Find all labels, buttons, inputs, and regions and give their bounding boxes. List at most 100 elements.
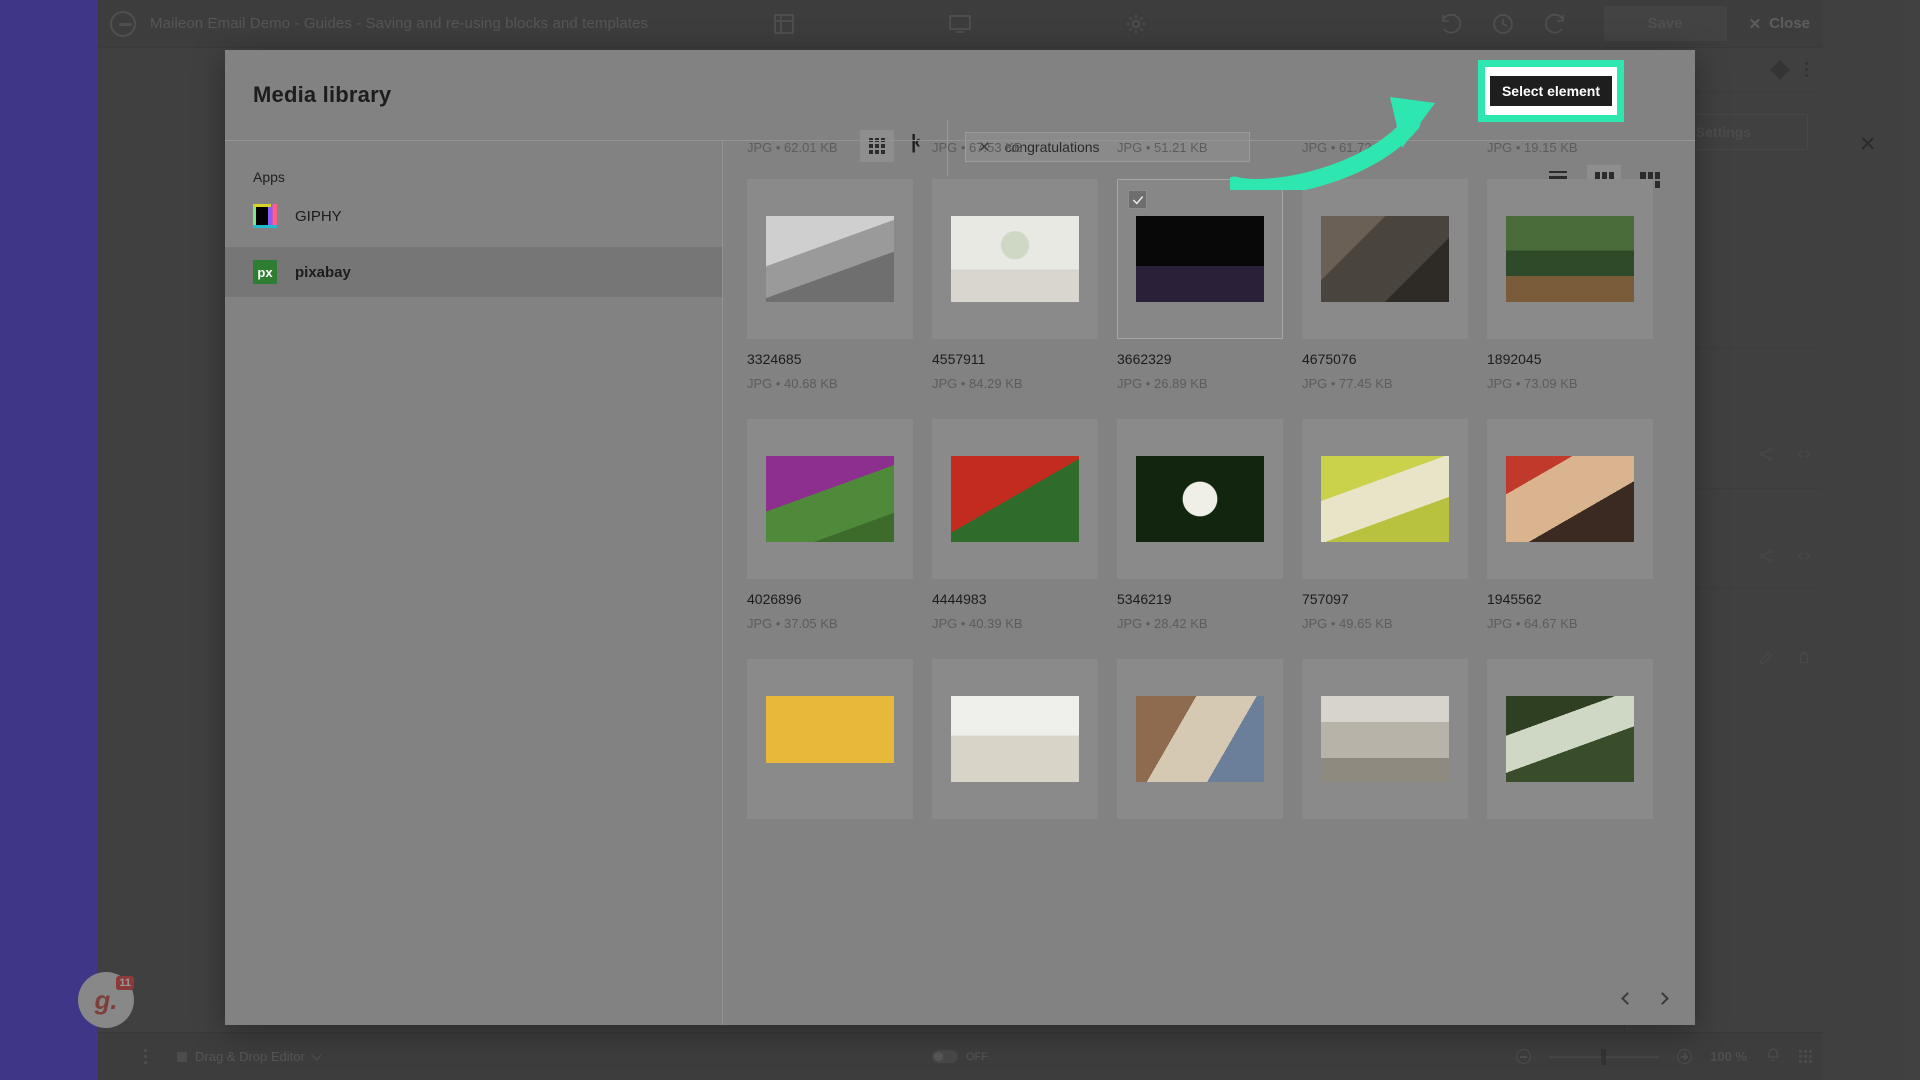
- tile-row-partial: JPG • 62.01 KB JPG • 67.53 KB JPG • 51.2…: [747, 141, 1671, 155]
- chevron-right-icon[interactable]: [1656, 992, 1669, 1005]
- chevron-left-icon[interactable]: [1621, 992, 1634, 1005]
- pixabay-icon: px: [253, 260, 277, 284]
- tile-meta: JPG • 67.53 KB: [932, 141, 1023, 155]
- select-element-highlight: Select element: [1478, 60, 1624, 122]
- tile-meta: JPG • 19.15 KB: [1487, 141, 1578, 155]
- thumbnail-image: [951, 456, 1079, 542]
- media-library-content: JPG • 62.01 KB JPG • 67.53 KB JPG • 51.2…: [723, 140, 1695, 1025]
- select-element-tooltip: Select element: [1489, 76, 1613, 106]
- thumbnail-image: [1506, 216, 1634, 302]
- list-item[interactable]: JPG • 51.21 KB: [1117, 141, 1283, 155]
- thumbnail-image: [1321, 696, 1449, 782]
- media-library-modal: Media library |‹ ✕ congratulations ✕ App…: [225, 50, 1877, 1025]
- tile-name: 1945562: [1487, 591, 1542, 607]
- list-item[interactable]: 757097 JPG • 49.65 KB: [1302, 419, 1468, 631]
- thumbnail-image: [1136, 456, 1264, 542]
- tile-meta: JPG • 84.29 KB: [932, 376, 1023, 391]
- thumbnail-container[interactable]: [1487, 419, 1653, 579]
- tile-row: 3324685 JPG • 40.68 KB 4557911 JPG • 84.29 …: [747, 179, 1671, 391]
- tile-name: 4026896: [747, 591, 802, 607]
- tile-meta: JPG • 62.01 KB: [747, 141, 838, 155]
- sidebar-item-label: pixabay: [295, 263, 351, 281]
- apps-section-label: Apps: [253, 169, 285, 185]
- tile-name: 4675076: [1302, 351, 1357, 367]
- tile-name: 4557911: [932, 351, 986, 367]
- thumbnail-container[interactable]: [932, 419, 1098, 579]
- thumbnail-image: [1321, 456, 1449, 542]
- thumbnail-image: [766, 216, 894, 302]
- thumbnail-image: [1506, 696, 1634, 782]
- tile-meta: JPG • 61.72 KB: [1302, 141, 1393, 155]
- thumbnail-image: [766, 456, 894, 542]
- list-item[interactable]: [932, 659, 1098, 819]
- tile-name: 757097: [1302, 591, 1349, 607]
- tile-name: 4444983: [932, 591, 987, 607]
- close-modal-button[interactable]: ✕: [1859, 134, 1877, 155]
- tile-name: 5346219: [1117, 591, 1172, 607]
- thumbnail-container[interactable]: [1302, 659, 1468, 819]
- sidebar-item-pixabay[interactable]: px pixabay: [225, 247, 722, 297]
- tile-meta: JPG • 77.45 KB: [1302, 376, 1393, 391]
- thumbnail-image: [951, 216, 1079, 302]
- tile-name: 3662329: [1117, 351, 1172, 367]
- thumbnail-container[interactable]: [932, 179, 1098, 339]
- media-library-title: Media library: [253, 82, 392, 107]
- list-item[interactable]: [747, 659, 913, 819]
- tile-meta: JPG • 73.09 KB: [1487, 376, 1578, 391]
- thumbnail-image: [1136, 696, 1264, 782]
- tile-row: [747, 659, 1671, 819]
- list-item[interactable]: [1487, 659, 1653, 819]
- thumbnail-image: [1136, 216, 1264, 302]
- selection-checkbox[interactable]: [1128, 190, 1147, 209]
- thumbnail-container[interactable]: [1117, 659, 1283, 819]
- giphy-icon: [253, 204, 277, 228]
- tile-meta: JPG • 51.21 KB: [1117, 141, 1208, 155]
- list-item[interactable]: 1945562 JPG • 64.67 KB: [1487, 419, 1653, 631]
- tile-meta: JPG • 28.42 KB: [1117, 616, 1208, 631]
- tile-meta: JPG • 40.39 KB: [932, 616, 1023, 631]
- list-item[interactable]: JPG • 19.15 KB: [1487, 141, 1653, 155]
- list-item[interactable]: 4444983 JPG • 40.39 KB: [932, 419, 1098, 631]
- thumbnail-container[interactable]: [932, 659, 1098, 819]
- list-item[interactable]: 4675076 JPG • 77.45 KB: [1302, 179, 1468, 391]
- thumbnail-image: [1321, 216, 1449, 302]
- list-item[interactable]: 1892045 JPG • 73.09 KB: [1487, 179, 1653, 391]
- media-tile-grid[interactable]: JPG • 62.01 KB JPG • 67.53 KB JPG • 51.2…: [747, 141, 1671, 965]
- thumbnail-container[interactable]: [747, 179, 913, 339]
- tile-meta: JPG • 64.67 KB: [1487, 616, 1578, 631]
- tile-name: 1892045: [1487, 351, 1542, 367]
- tile-meta: JPG • 40.68 KB: [747, 376, 838, 391]
- tile-row: 4026896 JPG • 37.05 KB 4444983 JPG • 40.39 …: [747, 419, 1671, 631]
- list-item[interactable]: JPG • 62.01 KB: [747, 141, 913, 155]
- tile-meta: JPG • 37.05 KB: [747, 616, 838, 631]
- list-item[interactable]: 4026896 JPG • 37.05 KB: [747, 419, 913, 631]
- media-library-sidebar: Apps GIPHY px pixabay: [225, 140, 723, 1025]
- thumbnail-container[interactable]: [747, 659, 913, 819]
- thumbnail-image: [951, 696, 1079, 782]
- list-item[interactable]: [1117, 659, 1283, 819]
- tile-meta: JPG • 49.65 KB: [1302, 616, 1393, 631]
- media-library-header: Media library |‹ ✕ congratulations ✕: [225, 50, 1877, 176]
- thumbnail-container[interactable]: [1487, 659, 1653, 819]
- list-item[interactable]: JPG • 67.53 KB: [932, 141, 1098, 155]
- thumbnail-container[interactable]: [747, 419, 913, 579]
- thumbnail-container[interactable]: [1302, 419, 1468, 579]
- thumbnail-image: [1506, 456, 1634, 542]
- sidebar-item-label: GIPHY: [295, 207, 342, 225]
- tile-name: 3324685: [747, 351, 802, 367]
- thumbnail-container[interactable]: [1117, 419, 1283, 579]
- list-item-selected[interactable]: 3662329 JPG • 26.89 KB: [1117, 179, 1283, 391]
- thumbnail-image: [766, 696, 894, 782]
- thumbnail-container[interactable]: [1302, 179, 1468, 339]
- application-root: Maileon Email Demo - Guides - Saving and…: [0, 0, 1920, 1080]
- list-item[interactable]: 4557911 JPG • 84.29 KB: [932, 179, 1098, 391]
- list-item[interactable]: [1302, 659, 1468, 819]
- list-item[interactable]: JPG • 61.72 KB: [1302, 141, 1468, 155]
- list-item[interactable]: 5346219 JPG • 28.42 KB: [1117, 419, 1283, 631]
- pagination: [1621, 992, 1669, 1005]
- sidebar-item-giphy[interactable]: GIPHY: [225, 191, 722, 241]
- list-item[interactable]: 3324685 JPG • 40.68 KB: [747, 179, 913, 391]
- tile-meta: JPG • 26.89 KB: [1117, 376, 1208, 391]
- thumbnail-container[interactable]: [1487, 179, 1653, 339]
- thumbnail-container[interactable]: [1117, 179, 1283, 339]
